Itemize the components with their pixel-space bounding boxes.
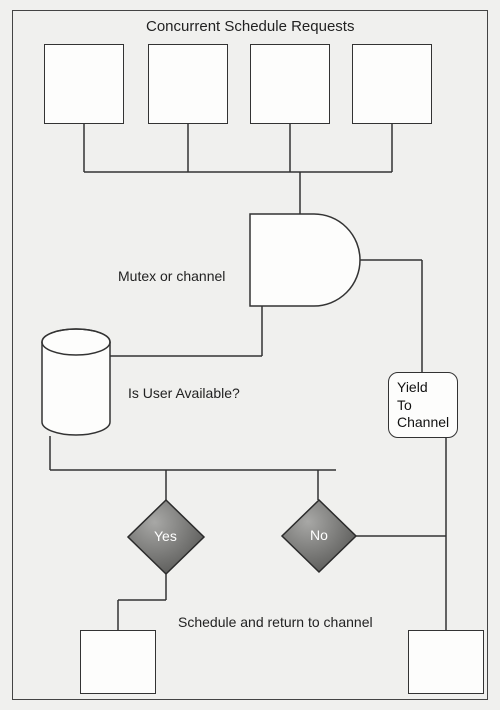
lower-connectors <box>0 0 500 710</box>
schedule-return-label: Schedule and return to channel <box>178 614 373 630</box>
end-box-right <box>408 630 484 694</box>
end-box-left <box>80 630 156 694</box>
diagram-frame: Concurrent Schedule Requests Mutex or ch… <box>0 0 500 710</box>
